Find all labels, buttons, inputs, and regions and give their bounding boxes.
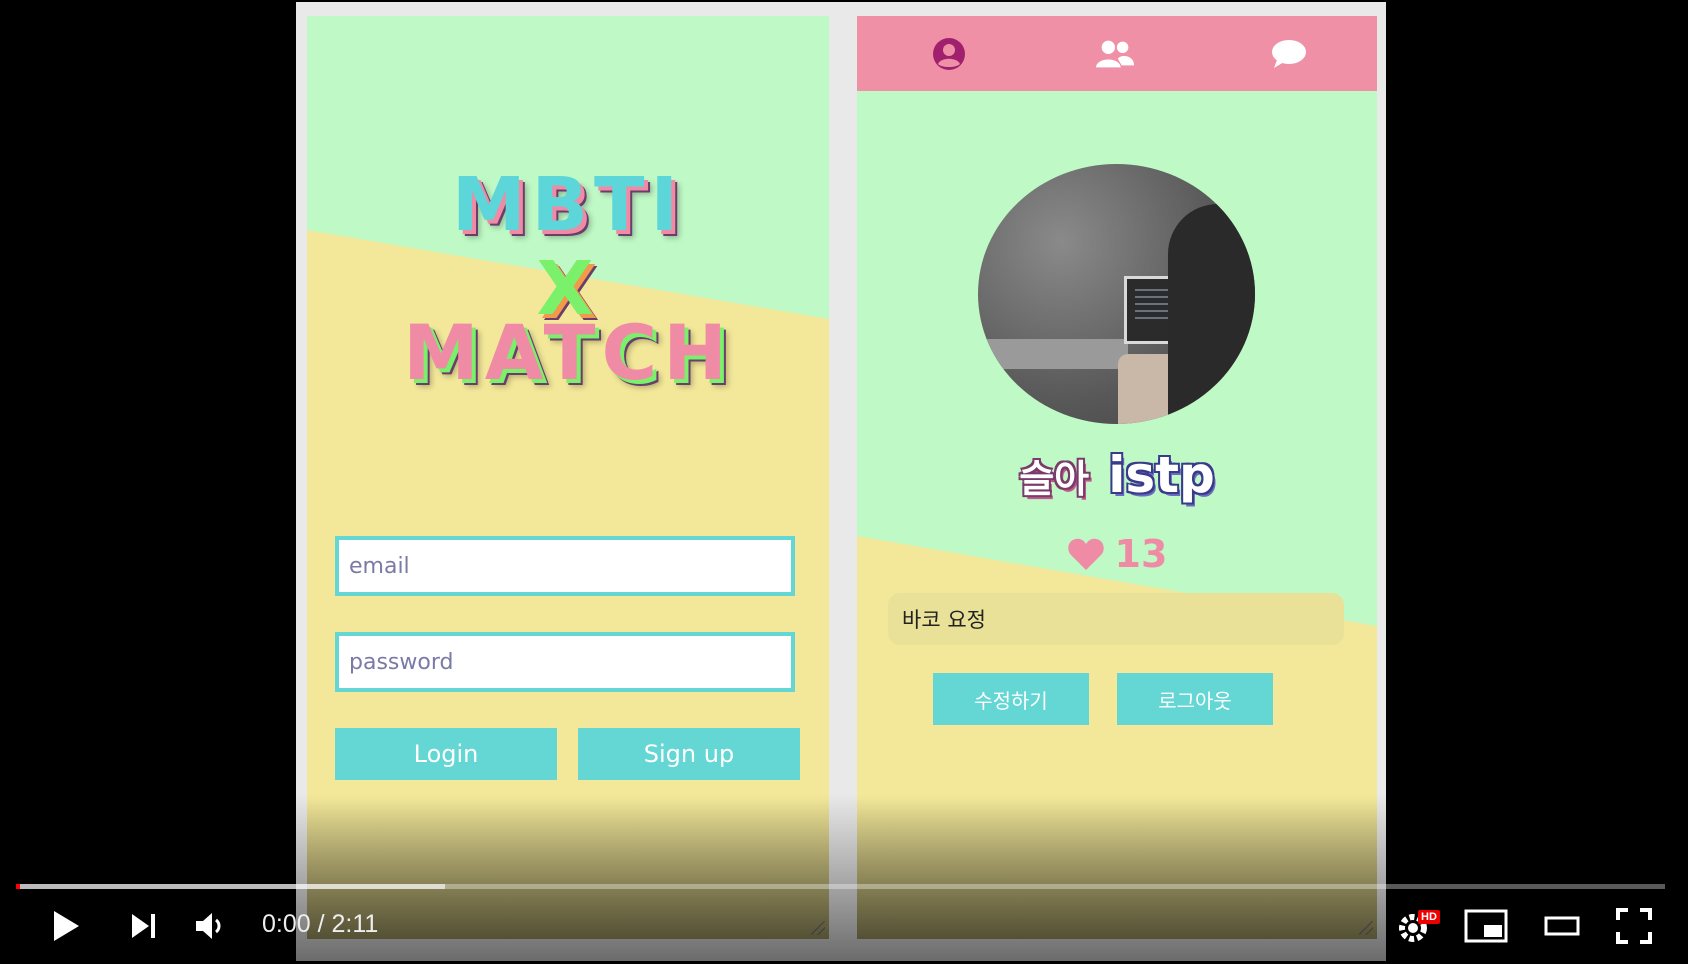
edit-profile-button[interactable]: 수정하기 bbox=[933, 673, 1089, 725]
login-button[interactable]: Login bbox=[335, 728, 557, 780]
bottom-fade bbox=[857, 799, 1377, 939]
time-display: 0:00 / 2:11 bbox=[262, 910, 378, 939]
progress-played bbox=[16, 884, 20, 889]
like-count: 13 bbox=[1114, 532, 1168, 576]
volume-icon[interactable] bbox=[190, 904, 234, 948]
resize-grip[interactable] bbox=[811, 921, 825, 935]
hd-badge: HD bbox=[1418, 910, 1440, 924]
signup-button[interactable]: Sign up bbox=[578, 728, 800, 780]
current-time: 0:00 bbox=[262, 910, 311, 938]
logout-button[interactable]: 로그아웃 bbox=[1117, 673, 1273, 725]
profile-mbti: istp bbox=[1108, 446, 1215, 504]
logo-line-match: MATCH bbox=[403, 308, 733, 397]
next-icon[interactable] bbox=[124, 904, 164, 948]
profile-photo bbox=[978, 164, 1255, 424]
bottom-fade bbox=[307, 799, 829, 939]
chat-icon[interactable] bbox=[1269, 36, 1309, 72]
theater-mode-icon[interactable] bbox=[1538, 904, 1586, 948]
settings-icon[interactable]: HD bbox=[1394, 904, 1440, 948]
bio-text: 바코 요정 bbox=[888, 593, 1344, 645]
duration: 2:11 bbox=[331, 910, 379, 938]
top-nav-bar bbox=[857, 16, 1377, 91]
login-screen: MBTI X MATCH Login Sign up bbox=[307, 16, 829, 939]
likes-row: 13 bbox=[857, 532, 1377, 576]
profile-name: 슬아 bbox=[1019, 457, 1090, 501]
heart-icon[interactable] bbox=[1067, 537, 1105, 571]
resize-grip[interactable] bbox=[1359, 921, 1373, 935]
friends-icon[interactable] bbox=[1095, 36, 1135, 72]
email-input[interactable] bbox=[335, 536, 795, 596]
fullscreen-icon[interactable] bbox=[1610, 904, 1658, 948]
profile-name-line: 슬아 istp bbox=[857, 446, 1377, 504]
signup-button-label: Sign up bbox=[643, 740, 735, 768]
play-icon[interactable] bbox=[44, 904, 88, 948]
profile-icon[interactable] bbox=[929, 36, 969, 72]
progress-buffered bbox=[16, 884, 445, 889]
profile-screen: 슬아 istp 13 바코 요정 수정하기 로그아웃 bbox=[857, 16, 1377, 939]
logout-button-label: 로그아웃 bbox=[1158, 688, 1232, 713]
password-input[interactable] bbox=[335, 632, 795, 692]
login-button-label: Login bbox=[413, 740, 479, 768]
logo-line-mbti: MBTI bbox=[451, 162, 685, 248]
time-separator: / bbox=[310, 910, 332, 938]
progress-bar[interactable] bbox=[16, 884, 1665, 889]
edit-button-label: 수정하기 bbox=[974, 688, 1048, 713]
miniplayer-icon[interactable] bbox=[1462, 904, 1510, 948]
